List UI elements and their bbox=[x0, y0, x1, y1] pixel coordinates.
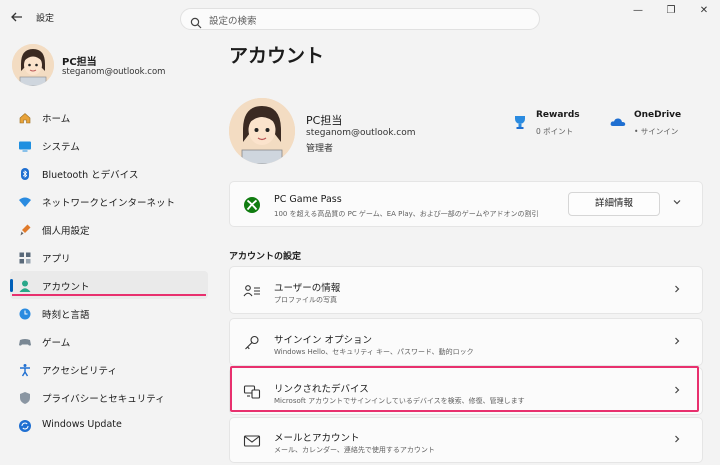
xbox-icon bbox=[243, 196, 261, 214]
system-icon bbox=[18, 138, 32, 152]
account-name: PC担当 bbox=[306, 114, 343, 127]
section-heading: アカウントの設定 bbox=[229, 252, 302, 262]
sidebar-item-label: アプリ bbox=[42, 254, 71, 265]
chevron-right-icon bbox=[672, 385, 682, 398]
privacy-shield-icon bbox=[18, 390, 32, 404]
setting-title: メールとアカウント bbox=[274, 433, 360, 444]
sidebar-item-label: Windows Update bbox=[42, 419, 122, 430]
rewards-points: 0 ポイント bbox=[536, 127, 574, 136]
chevron-right-icon bbox=[672, 434, 682, 447]
gamepass-description: 100 を超える高品質の PC ゲーム、EA Play、および一部のゲームやアド… bbox=[274, 210, 539, 218]
sidebar-item-label: アクセシビリティ bbox=[42, 366, 117, 377]
sidebar-item-gaming[interactable]: ゲーム bbox=[10, 327, 208, 355]
sidebar-item-label: アカウント bbox=[42, 282, 90, 293]
chevron-right-icon bbox=[672, 284, 682, 297]
setting-title: ユーザーの情報 bbox=[274, 283, 341, 294]
apps-icon bbox=[18, 250, 32, 264]
sidebar-item-windows-update[interactable]: Windows Update bbox=[10, 411, 208, 439]
linked-devices-row[interactable]: リンクされたデバイス Microsoft アカウントでサインインしているデバイス… bbox=[229, 367, 703, 415]
sidebar-item-apps[interactable]: アプリ bbox=[10, 243, 208, 271]
sidebar-item-privacy[interactable]: プライバシーとセキュリティ bbox=[10, 383, 208, 411]
signin-options-row[interactable]: サインイン オプション Windows Hello、セキュリティ キー、パスワー… bbox=[229, 318, 703, 366]
sidebar-item-label: ネットワークとインターネット bbox=[42, 198, 176, 209]
setting-description: メール、カレンダー、連絡先で使用するアカウント bbox=[274, 446, 435, 454]
profile-name: PC担当 bbox=[62, 57, 97, 68]
back-arrow-icon[interactable] bbox=[10, 10, 26, 26]
sidebar-item-label: 個人用設定 bbox=[42, 226, 90, 237]
account-icon bbox=[18, 278, 32, 292]
sidebar-item-system[interactable]: システム bbox=[10, 131, 208, 159]
user-info-icon bbox=[243, 282, 261, 300]
setting-title: リンクされたデバイス bbox=[274, 384, 369, 395]
account-avatar bbox=[229, 98, 295, 164]
sidebar-item-home[interactable]: ホーム bbox=[10, 103, 208, 131]
chevron-down-icon[interactable] bbox=[672, 197, 682, 210]
bluetooth-icon bbox=[18, 166, 32, 180]
sidebar-item-label: システム bbox=[42, 142, 80, 153]
rewards-title: Rewards bbox=[536, 110, 580, 120]
sidebar-item-bluetooth[interactable]: Bluetooth とデバイス bbox=[10, 159, 208, 187]
home-icon bbox=[18, 110, 32, 124]
sidebar-item-label: プライバシーとセキュリティ bbox=[42, 394, 165, 405]
maximize-button[interactable]: ❐ bbox=[661, 5, 681, 21]
sidebar-item-personalization[interactable]: 個人用設定 bbox=[10, 215, 208, 243]
onedrive-signin: • サインイン bbox=[634, 127, 679, 136]
close-button[interactable]: ✕ bbox=[694, 5, 714, 21]
app-title: 設定 bbox=[36, 14, 55, 24]
avatar[interactable] bbox=[12, 44, 54, 86]
search-input[interactable]: 設定の検索 bbox=[180, 8, 540, 30]
rewards-trophy-icon bbox=[512, 114, 528, 130]
account-role: 管理者 bbox=[306, 144, 334, 154]
onedrive-title: OneDrive bbox=[634, 110, 682, 120]
sidebar-nav: ホーム システム Bluetooth とデバイス ネットワークとインターネット … bbox=[10, 103, 208, 439]
gamepass-card[interactable]: PC Game Pass 100 を超える高品質の PC ゲーム、EA Play… bbox=[229, 181, 703, 227]
page-title: アカウント bbox=[229, 45, 325, 67]
user-info-row[interactable]: ユーザーの情報 プロファイルの写真 bbox=[229, 266, 703, 314]
mail-icon bbox=[243, 432, 261, 450]
email-accounts-row[interactable]: メールとアカウント メール、カレンダー、連絡先で使用するアカウント bbox=[229, 417, 703, 463]
windows-update-icon bbox=[18, 418, 32, 432]
account-email: steganom@outlook.com bbox=[306, 128, 416, 138]
sidebar-item-label: ゲーム bbox=[42, 338, 71, 349]
network-icon bbox=[18, 194, 32, 208]
sidebar-item-time-language[interactable]: 時刻と言語 bbox=[10, 299, 208, 327]
sidebar-item-accessibility[interactable]: アクセシビリティ bbox=[10, 355, 208, 383]
sidebar-item-network[interactable]: ネットワークとインターネット bbox=[10, 187, 208, 215]
onedrive-cloud-icon bbox=[610, 114, 626, 130]
annotation-underline bbox=[12, 294, 206, 296]
search-placeholder: 設定の検索 bbox=[209, 16, 257, 27]
accessibility-icon bbox=[18, 362, 32, 377]
title-bar: 設定 設定の検索 — ❐ ✕ bbox=[0, 0, 720, 36]
key-icon bbox=[243, 334, 261, 352]
gaming-icon bbox=[18, 334, 32, 348]
setting-description: プロファイルの写真 bbox=[274, 296, 337, 304]
sidebar-item-label: 時刻と言語 bbox=[42, 310, 90, 321]
setting-title: サインイン オプション bbox=[274, 335, 373, 346]
personalization-icon bbox=[18, 222, 32, 236]
profile-email: steganom@outlook.com bbox=[62, 67, 166, 77]
linked-devices-icon bbox=[243, 383, 261, 401]
chevron-right-icon bbox=[672, 336, 682, 349]
search-icon bbox=[190, 14, 202, 29]
learn-more-button[interactable]: 詳細情報 bbox=[568, 192, 660, 216]
time-language-icon bbox=[18, 306, 32, 320]
gamepass-title: PC Game Pass bbox=[274, 194, 342, 205]
setting-description: Windows Hello、セキュリティ キー、パスワード、動的ロック bbox=[274, 348, 474, 356]
sidebar-item-label: ホーム bbox=[42, 114, 71, 125]
sidebar-item-label: Bluetooth とデバイス bbox=[42, 170, 139, 181]
setting-description: Microsoft アカウントでサインインしているデバイスを検索、修復、管理しま… bbox=[274, 397, 525, 405]
minimize-button[interactable]: — bbox=[628, 5, 648, 21]
